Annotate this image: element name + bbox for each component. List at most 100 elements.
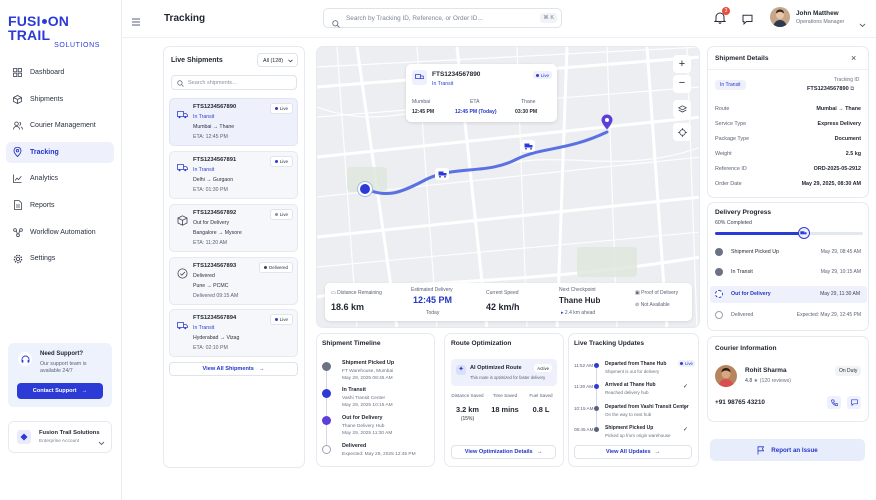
update-item: 08:45 AM Shipment Picked Up Picked up fr…	[574, 425, 688, 438]
origin-marker[interactable]	[358, 182, 372, 196]
report-issue-button[interactable]: Report an Issue	[710, 439, 865, 461]
ai-route-badge: Active	[534, 364, 552, 372]
chevron-down-icon	[288, 59, 293, 63]
global-search-input[interactable]: Search by Tracking ID, Reference, or Ord…	[323, 8, 562, 28]
shipment-id: FTS1234567890	[193, 104, 237, 110]
map-layers-button[interactable]	[673, 100, 691, 118]
progress-fill	[715, 232, 804, 235]
messages-button[interactable]	[742, 12, 754, 25]
shipment-card[interactable]: FTS1234567891 In Transit Delhi → Gurgaon…	[169, 151, 298, 199]
progress-track	[715, 227, 863, 239]
proof-of-delivery-label: ▣ Proof of Delivery	[635, 290, 679, 296]
call-courier-button[interactable]	[827, 396, 841, 409]
close-icon[interactable]: ×	[851, 53, 856, 63]
zoom-out-button[interactable]: −	[673, 75, 691, 93]
arrow-right-icon: →	[258, 366, 265, 372]
savings-time: Time Saved 18 mins	[491, 393, 519, 414]
detail-value: May 29, 2025, 08:30 AM	[801, 181, 861, 187]
truck-marker[interactable]	[435, 168, 449, 180]
shipment-card[interactable]: FTS1234567894 In Transit Hyderabad → Viz…	[169, 309, 298, 357]
step-active-icon	[715, 290, 723, 298]
destination-pin-icon[interactable]	[601, 114, 613, 135]
shipment-status: Out for Delivery	[193, 220, 230, 226]
estimated-delivery-day: Today	[426, 310, 440, 316]
shipment-eta: ETA: 01:30 PM	[193, 187, 228, 193]
update-item: 11:52 AM Departed from Thane Hub Shipmen…	[574, 361, 667, 374]
gear-icon	[12, 253, 23, 264]
sidebar-item-reports[interactable]: Reports	[6, 195, 114, 216]
shipment-filter-select[interactable]: All (128)	[257, 53, 298, 67]
sidebar-item-label: Shipments	[30, 95, 64, 103]
shipment-filter-value: All (128)	[263, 58, 284, 64]
shipment-timeline-title: Shipment Timeline	[322, 340, 381, 347]
organization-logo-icon	[17, 430, 31, 444]
zoom-in-button[interactable]: +	[673, 55, 691, 73]
status-badge: Live	[269, 156, 293, 167]
chart-icon	[12, 173, 23, 184]
step-complete-icon	[715, 268, 723, 276]
support-card: Need Support? Our support team is availa…	[8, 343, 112, 407]
timeline-out-for-delivery-icon	[322, 416, 331, 425]
recenter-map-button[interactable]	[673, 123, 691, 141]
courier-phone: +91 98765 43210	[715, 399, 765, 406]
user-avatar[interactable]	[770, 7, 790, 27]
shipment-id: FTS1234567892	[193, 210, 237, 216]
progress-step: In Transit May 29, 10:15 AM	[715, 268, 863, 278]
map-to-label: Thane	[521, 99, 536, 105]
sidebar-item-tracking[interactable]: Tracking	[6, 141, 114, 163]
organization-switcher[interactable]: Fusion Trail Solutions Enterprise Accoun…	[8, 421, 112, 453]
sidebar-item-courier-management[interactable]: Courier Management	[6, 115, 114, 136]
next-checkpoint-distance: ▸ 2.4 km ahead	[561, 310, 596, 316]
truck-icon	[524, 143, 532, 150]
tracking-id-value: FTS1234567890 ⧉	[807, 86, 855, 92]
brand-logo[interactable]: FUSI ON TRAIL SOLUTIONS	[8, 14, 106, 49]
organization-plan: Enterprise Account	[39, 439, 80, 444]
sidebar-item-dashboard[interactable]: Dashboard	[6, 62, 114, 83]
map-shipment-card[interactable]: FTS1234567890 In Transit Live Mumbai 12:…	[406, 64, 557, 122]
message-courier-button[interactable]	[847, 396, 861, 409]
sidebar-item-analytics[interactable]: Analytics	[6, 168, 114, 189]
shipment-search-input[interactable]: Search shipments...	[171, 75, 297, 90]
truck-marker[interactable]	[521, 140, 535, 152]
current-speed-value: 42 km/h	[486, 302, 520, 312]
contact-support-button[interactable]: Contact Support →	[17, 383, 103, 399]
view-all-shipments-button[interactable]: View All Shipments →	[169, 362, 298, 376]
sidebar-item-workflow-automation[interactable]: Workflow Automation	[6, 222, 114, 243]
tracking-map[interactable]: FTS1234567890 In Transit Live Mumbai 12:…	[316, 46, 700, 328]
courier-status-badge: On Duty	[835, 366, 862, 376]
update-item: 10:15 AM Departed from Vashi Transit Cen…	[574, 404, 689, 417]
box-icon	[12, 94, 23, 105]
chat-icon	[742, 14, 753, 25]
sidebar-item-settings[interactable]: Settings	[6, 248, 114, 269]
progress-step: Shipment Picked Up May 29, 08:45 AM	[715, 248, 863, 258]
view-optimization-details-label: View Optimization Details	[464, 449, 533, 455]
sidebar-item-label: Dashboard	[30, 69, 65, 76]
route-optimization-title: Route Optimization	[451, 340, 512, 347]
shipment-route: Mumbai → Thane	[193, 124, 235, 130]
savings-distance: Distance Saved 3.2 km (15%)	[451, 393, 484, 422]
crosshair-icon	[677, 127, 687, 137]
user-menu-chevron-icon[interactable]	[859, 15, 866, 33]
shipment-search-placeholder: Search shipments...	[188, 80, 237, 86]
detail-value: Mumbai → Thane	[816, 106, 861, 112]
distance-remaining-label: ▭ Distance Remaining	[331, 290, 382, 296]
shipment-card[interactable]: FTS1234567890 In Transit Mumbai → Thane …	[169, 98, 298, 146]
ai-route-card: ✦ AI Optimized Route Active This route i…	[451, 359, 557, 386]
grid-icon	[12, 67, 23, 78]
notifications-button[interactable]: 3	[713, 7, 730, 25]
status-badge: Delivered	[258, 262, 293, 273]
copy-icon[interactable]: ⧉	[850, 86, 854, 92]
sidebar-item-label: Reports	[30, 201, 55, 209]
view-optimization-details-button[interactable]: View Optimization Details →	[451, 445, 556, 459]
timeline-item: Delivered Expected: May 29, 2025 12:45 PM	[342, 443, 416, 457]
live-shipments-title: Live Shipments	[171, 57, 223, 64]
view-all-updates-button[interactable]: View All Updates →	[574, 445, 692, 459]
shipment-card[interactable]: FTS1234567892 Out for Delivery Bangalore…	[169, 204, 298, 252]
live-badge: Live	[532, 71, 552, 79]
delivered-icon	[177, 268, 188, 279]
sidebar-item-label: Workflow Automation	[30, 228, 96, 236]
shipment-card[interactable]: FTS1234567893 Delivered Pune → PCMC Deli…	[169, 257, 298, 305]
shipment-id: FTS1234567891	[193, 157, 237, 163]
sparkle-icon: ✦	[456, 365, 466, 375]
sidebar-item-shipments[interactable]: Shipments	[6, 89, 114, 110]
